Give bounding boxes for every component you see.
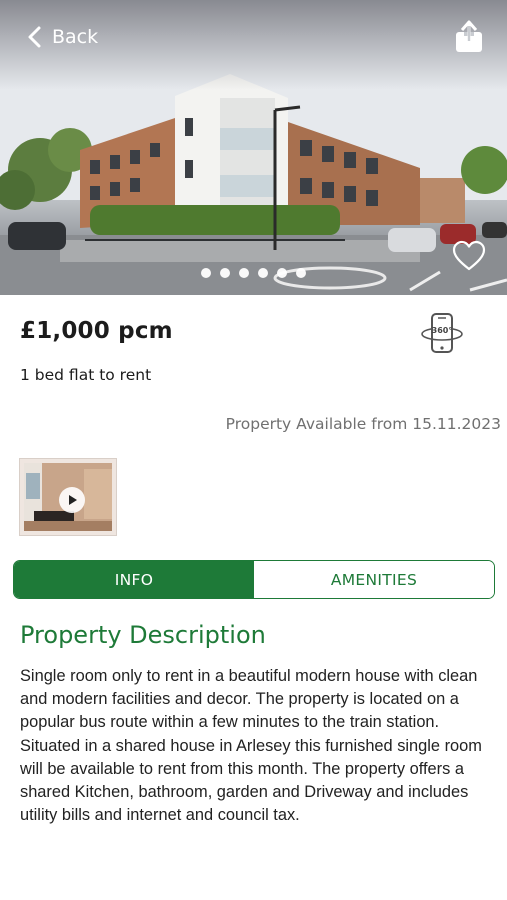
- share-icon: [456, 20, 482, 52]
- availability-date: Property Available from 15.11.2023: [225, 415, 501, 433]
- gallery-dot[interactable]: [201, 268, 211, 278]
- svg-text:360°: 360°: [432, 326, 453, 335]
- listing-subtitle: 1 bed flat to rent: [20, 366, 152, 384]
- heart-outline-icon: [452, 240, 486, 271]
- back-label: Back: [52, 26, 99, 48]
- property-description: Single room only to rent in a beautiful …: [20, 667, 482, 825]
- gallery-dot[interactable]: [220, 268, 230, 278]
- tab-info[interactable]: INFO: [14, 561, 254, 598]
- section-title: Property Description: [20, 621, 266, 649]
- tab-amenities[interactable]: AMENITIES: [254, 561, 494, 598]
- listing-price: £1,000 pcm: [20, 318, 173, 344]
- gallery-dot[interactable]: [277, 268, 287, 278]
- details-tab-bar: INFO AMENITIES: [13, 560, 495, 599]
- favorite-button[interactable]: [452, 240, 486, 272]
- gallery-dot[interactable]: [258, 268, 268, 278]
- chevron-left-icon: [28, 26, 41, 48]
- play-icon: [59, 487, 85, 513]
- video-thumbnail[interactable]: [19, 458, 117, 536]
- 360-view-phone-icon: 360°: [421, 313, 463, 353]
- back-button[interactable]: Back: [26, 22, 98, 52]
- gallery-pagination: [0, 268, 507, 278]
- gallery-dot[interactable]: [296, 268, 306, 278]
- virtual-tour-button[interactable]: 360°: [420, 312, 464, 356]
- gallery-dot[interactable]: [239, 268, 249, 278]
- share-button[interactable]: [454, 20, 484, 54]
